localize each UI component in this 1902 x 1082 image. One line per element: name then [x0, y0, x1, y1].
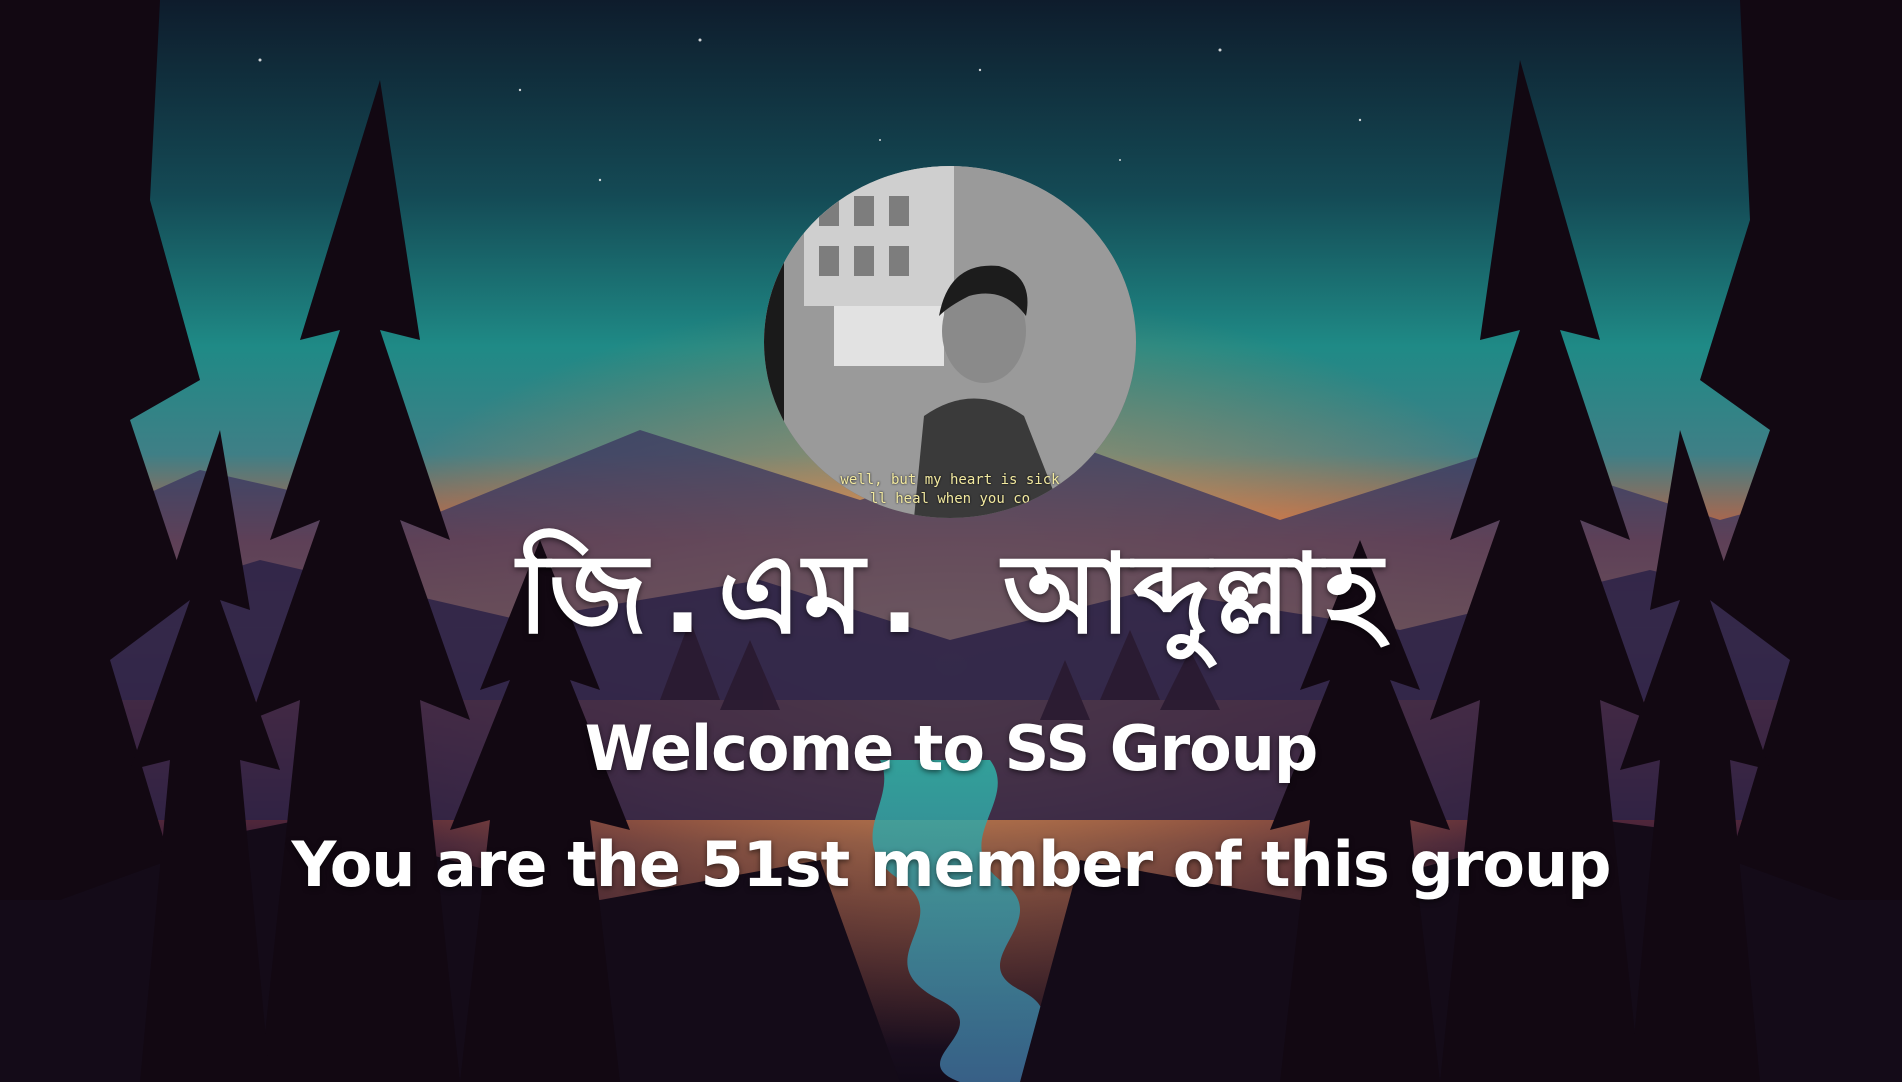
member-name: জি.এম. আব্দুল্লাহ — [517, 530, 1385, 658]
welcome-message: Welcome to SS Group — [584, 712, 1319, 785]
profile-avatar: well, but my heart is sick ll heal when … — [764, 166, 1136, 518]
member-count-message: You are the 51st member of this group — [291, 828, 1612, 901]
avatar-photo-illustration — [764, 166, 1136, 518]
avatar-caption-line-1: well, but my heart is sick — [840, 472, 1060, 488]
avatar-caption-line-2: ll heal when you co — [869, 491, 1031, 507]
